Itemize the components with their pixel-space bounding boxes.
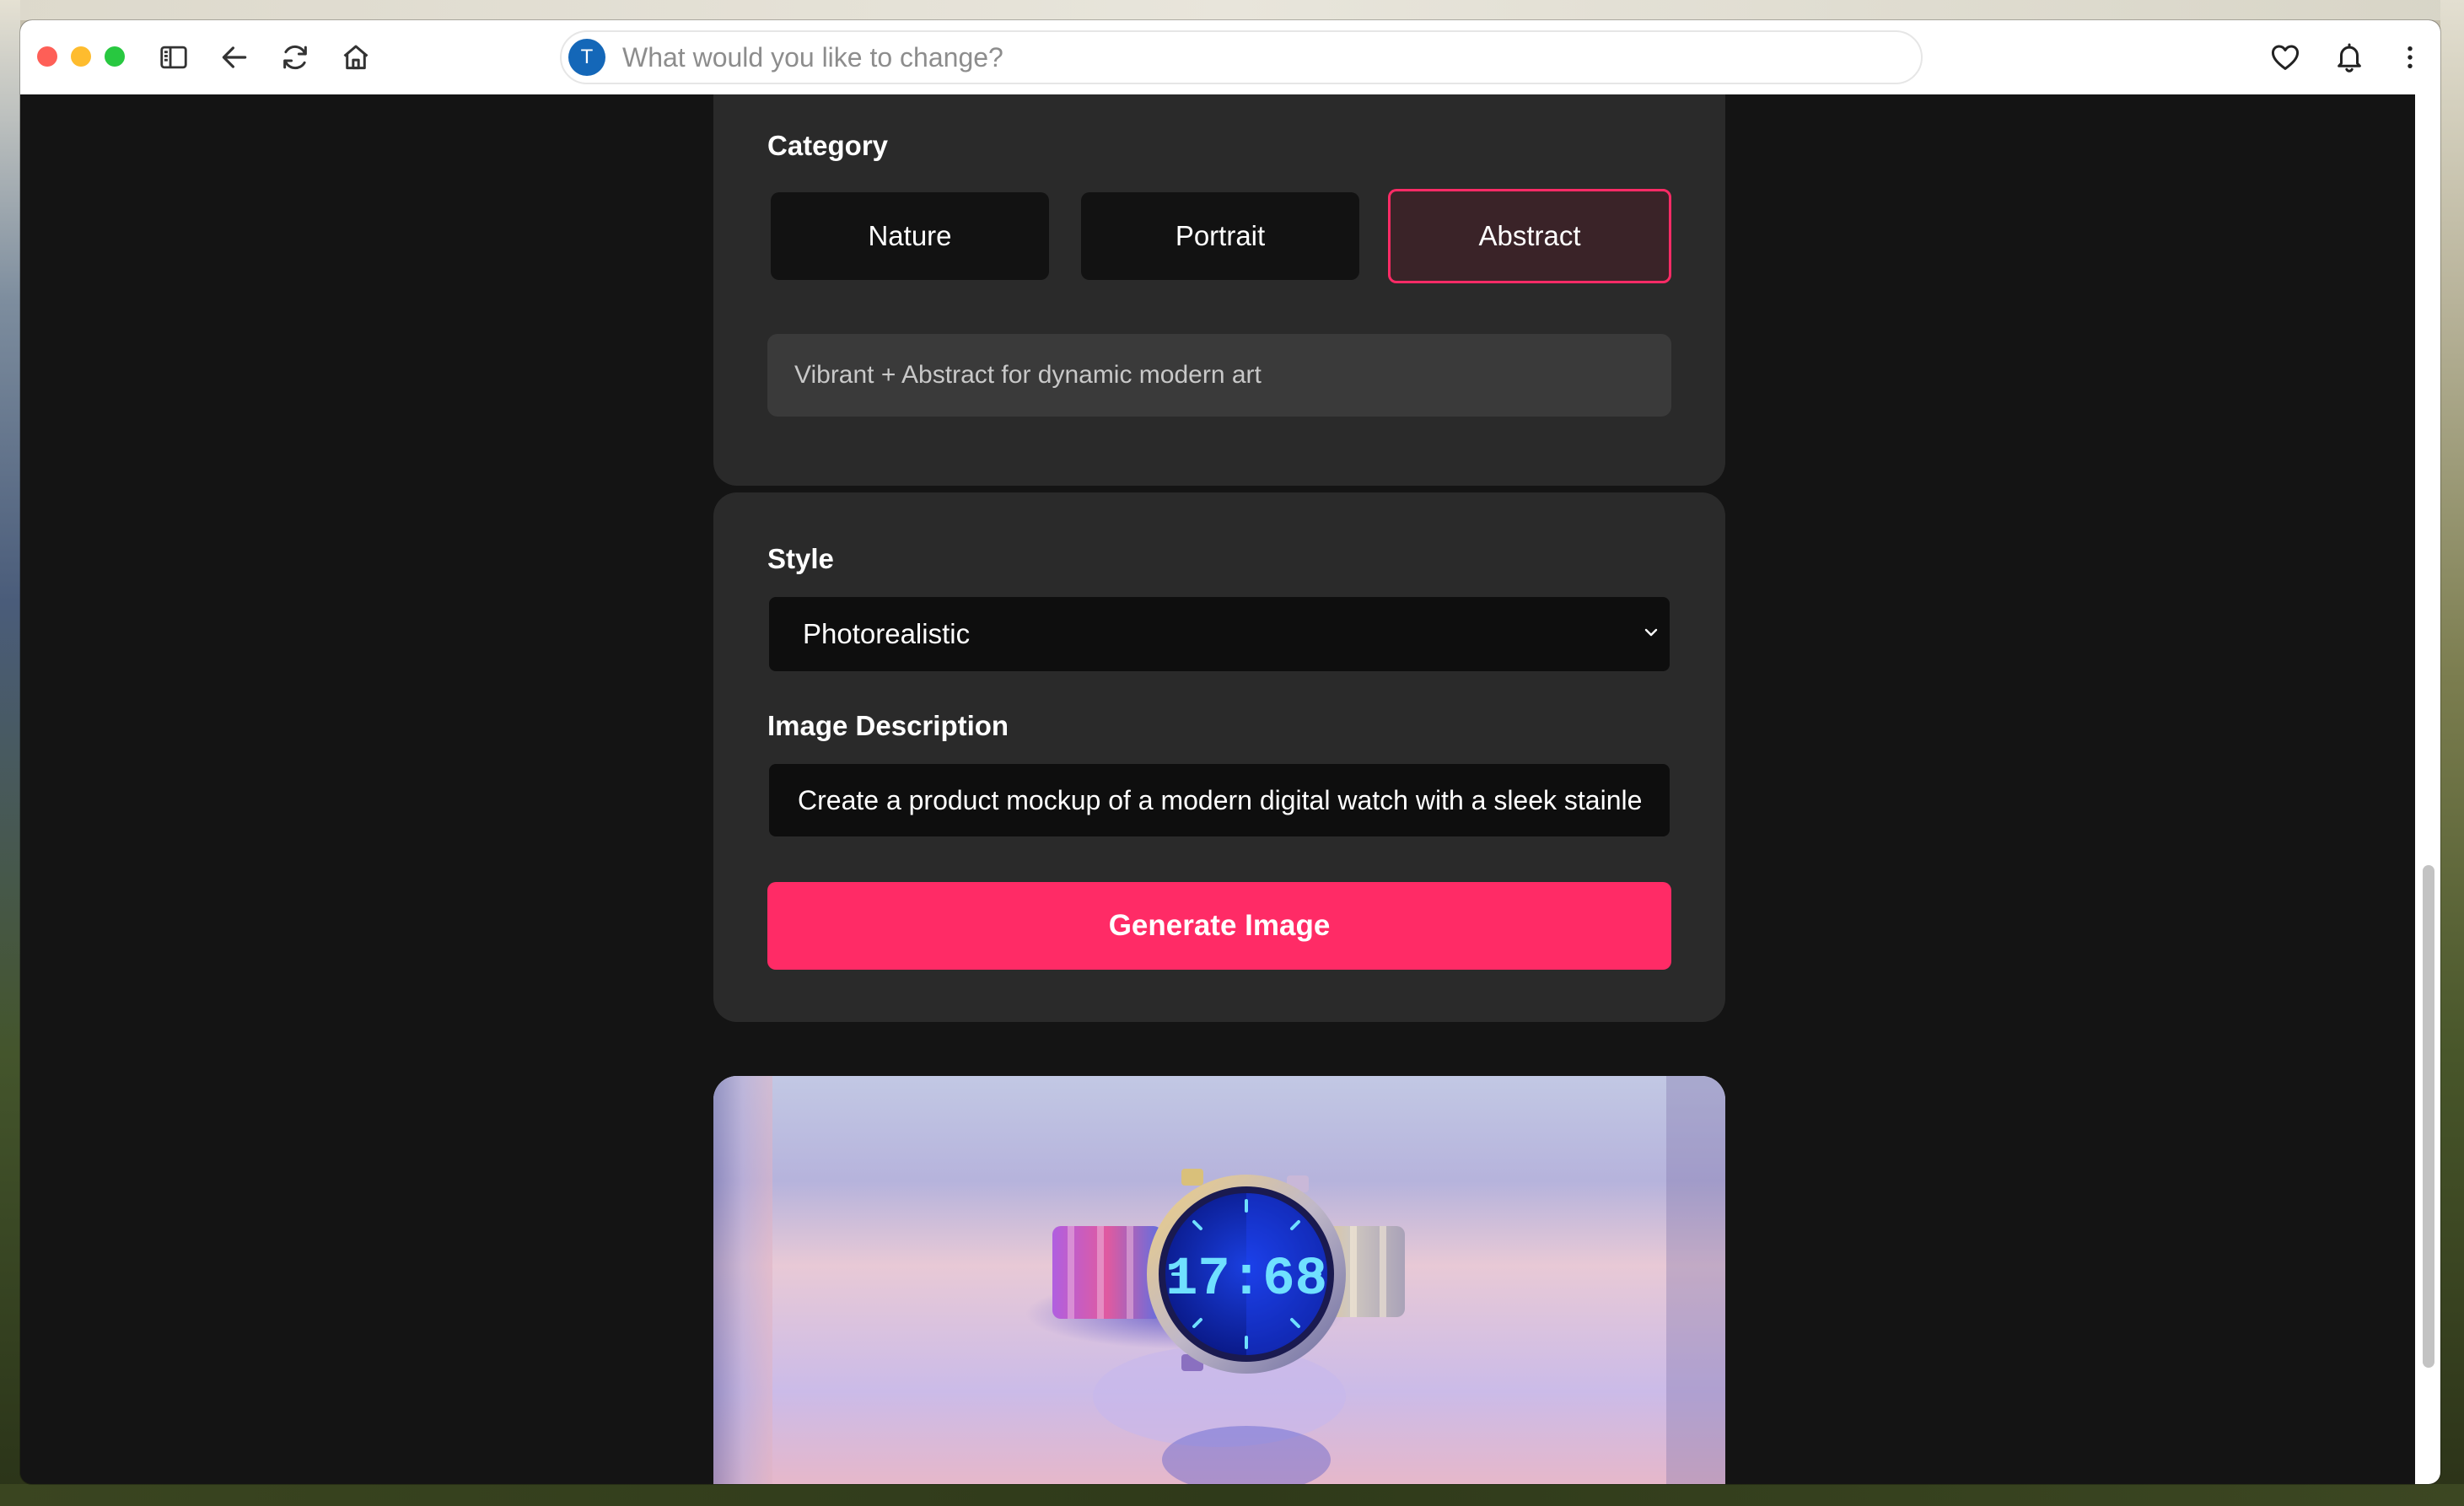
maximize-window-button[interactable] [105, 46, 125, 67]
back-arrow-icon[interactable] [214, 37, 255, 78]
category-option-portrait[interactable]: Portrait [1081, 192, 1359, 280]
desktop-wallpaper-left [0, 0, 20, 1506]
chevron-down-icon [1644, 628, 1658, 637]
scrollbar-thumb[interactable] [2423, 865, 2434, 1368]
category-label: Category [767, 130, 889, 161]
reload-icon[interactable] [275, 37, 315, 78]
more-vertical-icon[interactable] [2390, 37, 2430, 78]
generate-image-button[interactable]: Generate Image [767, 882, 1671, 970]
browser-window: T Category Nature Por [20, 20, 2440, 1484]
style-select-value: Photorealistic [803, 618, 971, 649]
image-description-label: Image Description [767, 710, 1009, 741]
desktop-wallpaper-bottom [0, 1484, 2464, 1506]
profile-avatar[interactable]: T [568, 39, 605, 76]
image-description-input[interactable]: Create a product mockup of a modern digi… [769, 764, 1670, 836]
address-input[interactable] [621, 40, 1805, 74]
category-panel: Category Nature Portrait Abstract Vibran… [713, 94, 1725, 486]
bell-icon[interactable] [2329, 37, 2370, 78]
category-option-abstract[interactable]: Abstract [1388, 189, 1671, 283]
home-icon[interactable] [336, 37, 376, 78]
close-window-button[interactable] [37, 46, 57, 67]
generated-image: 17:68 [713, 1076, 1725, 1484]
sidebar-icon[interactable] [153, 37, 194, 78]
desktop-wallpaper-top [0, 0, 2464, 20]
minimize-window-button[interactable] [71, 46, 91, 67]
heart-icon[interactable] [2265, 37, 2305, 78]
generation-form-panel: Style Photorealistic Image Description C… [713, 492, 1725, 1022]
browser-toolbar: T [20, 20, 2440, 95]
style-select[interactable]: Photorealistic [769, 597, 1670, 671]
style-label: Style [767, 543, 834, 574]
category-option-nature[interactable]: Nature [771, 192, 1049, 280]
watch-display-text: 17:68 [1165, 1250, 1327, 1310]
desktop-wallpaper-right [2440, 0, 2464, 1506]
vertical-scrollbar[interactable] [2415, 94, 2440, 1484]
address-bar[interactable]: T [560, 30, 1923, 84]
category-hint: Vibrant + Abstract for dynamic modern ar… [767, 334, 1671, 417]
page-content: Category Nature Portrait Abstract Vibran… [20, 94, 2415, 1484]
